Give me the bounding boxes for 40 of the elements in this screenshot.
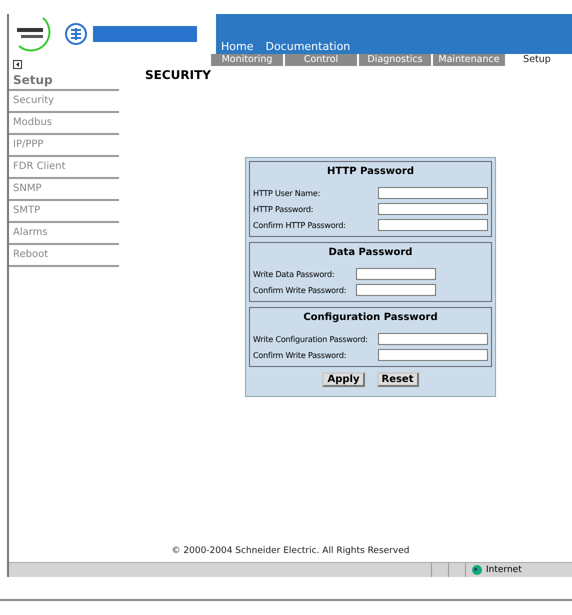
password-field[interactable] <box>378 219 488 231</box>
sidebar-title: Setup <box>9 73 119 91</box>
section-title: HTTP Password <box>326 166 415 177</box>
page-title: SECURITY <box>145 68 212 82</box>
section-title: Configuration Password <box>302 312 439 323</box>
form-button[interactable]: Reset <box>376 372 418 387</box>
field-label: Write Data Password: <box>253 270 336 278</box>
sidebar-item[interactable]: Security <box>9 91 119 113</box>
field-label: HTTP Password: <box>253 204 314 214</box>
password-field[interactable] <box>378 187 488 199</box>
form-button[interactable]: Apply <box>322 372 364 387</box>
copyright-text: © 2000-2004 Schneider Electric. All Rights Reserved <box>170 546 410 556</box>
field-label: Write Configuration Password: <box>253 334 369 344</box>
field-label: HTTP User Name: <box>253 188 322 198</box>
field-label: Confirm HTTP Password: <box>253 220 347 230</box>
password-field[interactable] <box>356 268 436 280</box>
section-title: Data Password <box>328 247 414 258</box>
password-field[interactable] <box>378 203 488 215</box>
sidebar-item[interactable]: SNMP <box>9 179 119 201</box>
globe-icon <box>472 565 482 575</box>
logo-icon <box>65 23 87 45</box>
header-link[interactable]: Documentation <box>265 40 350 53</box>
sidebar-item[interactable]: Modbus <box>9 113 119 135</box>
password-field[interactable] <box>378 333 488 345</box>
zone-label: Internet <box>486 565 522 575</box>
sidebar-item[interactable]: FDR Client <box>9 157 119 179</box>
field-label: Confirm Write Password: <box>253 286 348 294</box>
field-label: Confirm Write Password: <box>253 350 348 360</box>
nav-tab[interactable]: Control <box>285 54 357 66</box>
nav-tab[interactable]: Monitoring <box>211 54 283 66</box>
header-link[interactable]: Home <box>221 40 254 53</box>
sidebar-item[interactable]: SMTP <box>9 201 119 223</box>
sidebar-item[interactable]: IP/PPP <box>9 135 119 157</box>
nav-tab[interactable]: Maintenance <box>433 54 505 66</box>
sidebar-item[interactable]: Reboot <box>9 245 119 267</box>
collapse-icon[interactable] <box>13 60 22 69</box>
password-field[interactable] <box>378 349 488 361</box>
nav-tab[interactable]: Diagnostics <box>359 54 431 66</box>
sidebar-item[interactable]: Alarms <box>9 223 119 245</box>
password-field[interactable] <box>356 284 436 296</box>
